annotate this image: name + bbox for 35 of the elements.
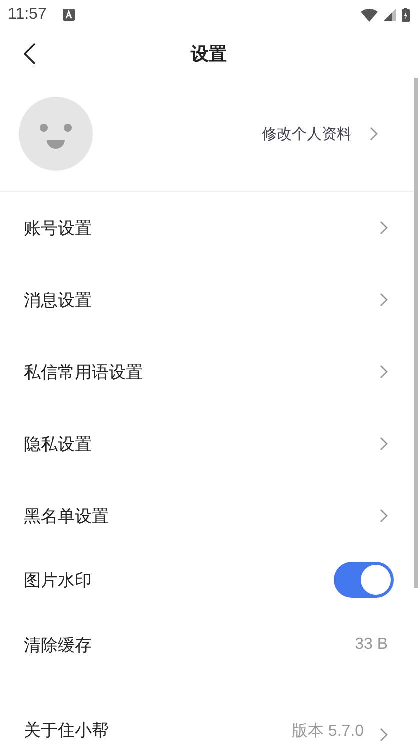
row-label: 黑名单设置 [24,506,109,528]
settings-row[interactable]: 图片水印 [0,552,418,608]
settings-row[interactable]: 黑名单设置 [0,480,418,552]
row-label: 私信常用语设置 [24,362,143,384]
chevron-icon [380,728,388,742]
chevron-icon [380,437,388,451]
settings-row[interactable]: 消息设置 [0,264,418,336]
row-label: 清除缓存 [24,634,92,656]
row-value: 版本 5.7.0 [292,722,364,742]
page-title: 设置 [191,43,227,66]
chevron-icon [370,127,378,141]
chevron-icon [380,221,388,235]
row-label: 账号设置 [24,218,92,240]
status-time: 11:57 [8,6,47,24]
notification-icon [62,9,75,21]
battery-icon [402,8,410,22]
row-value: 33 B [355,636,388,654]
edit-profile-link[interactable]: 修改个人资料 [262,124,352,144]
settings-row[interactable]: 隐私设置 [0,408,418,480]
chevron-icon [380,365,388,379]
toggle-switch[interactable] [334,562,394,598]
row-label: 隐私设置 [24,434,92,456]
avatar-icon[interactable] [19,97,93,171]
settings-row[interactable]: 关于住小帮 版本 5.7.0 [0,682,418,744]
row-label: 关于住小帮 [24,720,109,742]
row-label: 消息设置 [24,290,92,312]
signal-icon [384,9,396,21]
settings-row[interactable]: 清除缓存 33 B [0,608,418,682]
chevron-icon [380,509,388,523]
settings-row[interactable]: 账号设置 [0,192,418,264]
row-label: 图片水印 [24,570,92,592]
chevron-icon [380,293,388,307]
back-button[interactable] [24,43,36,65]
settings-row[interactable]: 私信常用语设置 [0,336,418,408]
wifi-icon [361,8,378,22]
